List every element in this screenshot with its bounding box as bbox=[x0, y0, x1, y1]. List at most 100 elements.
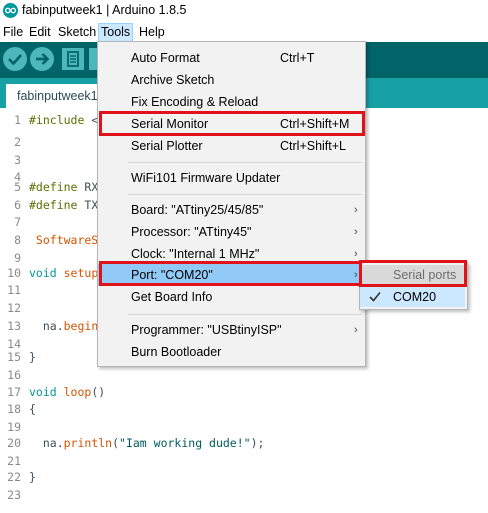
code-token: loop bbox=[56, 385, 92, 399]
submenu-arrow-icon: › bbox=[354, 204, 358, 216]
submenu-item-label: COM20 bbox=[393, 290, 437, 304]
code-line: 22 } bbox=[0, 469, 488, 486]
code-token: TX bbox=[77, 198, 99, 212]
submenu-arrow-icon: › bbox=[354, 324, 358, 336]
annotation-box-serial-ports bbox=[359, 260, 467, 287]
new-sketch-button[interactable] bbox=[62, 48, 84, 70]
code-token: na. bbox=[29, 436, 64, 450]
code-line: 19 bbox=[0, 419, 488, 436]
menu-item-label: Get Board Info bbox=[131, 290, 213, 304]
menu-item-label: Processor: "ATtiny45" bbox=[131, 225, 252, 239]
line-number: 7 bbox=[14, 215, 21, 229]
menu-item-label: Burn Bootloader bbox=[131, 345, 222, 359]
line-number: 11 bbox=[7, 283, 21, 297]
line-number: 18 bbox=[7, 402, 21, 416]
code-line: 20 na.println("Iam working dude!"); bbox=[0, 435, 488, 452]
line-number: 20 bbox=[7, 436, 21, 450]
menu-item-label: Programmer: "USBtinyISP" bbox=[131, 323, 282, 337]
code-token: RX bbox=[77, 180, 99, 194]
line-number: 8 bbox=[14, 233, 21, 247]
menu-item-auto-format[interactable]: Auto Format Ctrl+T bbox=[98, 47, 365, 69]
code-token: () bbox=[91, 385, 106, 399]
code-token: { bbox=[29, 402, 36, 416]
code-line: 18 { bbox=[0, 401, 488, 418]
code-token: #define bbox=[29, 180, 78, 194]
menu-item-label: Archive Sketch bbox=[131, 73, 215, 87]
menu-item-programmer[interactable]: Programmer: "USBtinyISP" › bbox=[98, 319, 365, 341]
line-number: 5 bbox=[14, 180, 21, 194]
window-title: fabinputweek1 | Arduino 1.8.5 bbox=[22, 3, 187, 17]
line-number: 21 bbox=[7, 454, 21, 468]
line-number: 19 bbox=[7, 420, 21, 434]
line-number: 13 bbox=[7, 319, 21, 333]
menu-separator bbox=[128, 162, 362, 163]
menu-item-label: Auto Format bbox=[131, 51, 200, 65]
code-token: #define bbox=[29, 198, 78, 212]
line-number: 3 bbox=[14, 153, 21, 167]
line-number: 15 bbox=[7, 350, 21, 364]
code-token: ( bbox=[112, 436, 120, 450]
menu-bar: File Edit Sketch Tools Help bbox=[0, 22, 488, 42]
line-number: 2 bbox=[14, 135, 21, 149]
menu-item-label: Fix Encoding & Reload bbox=[131, 95, 259, 109]
line-number: 17 bbox=[7, 385, 21, 399]
code-token: begin bbox=[63, 319, 99, 333]
code-token: ); bbox=[250, 436, 265, 450]
code-token: } bbox=[29, 350, 36, 364]
menu-item-label: Serial Plotter bbox=[131, 139, 203, 153]
menu-item-serial-plotter[interactable]: Serial Plotter Ctrl+Shift+L bbox=[98, 135, 365, 157]
menu-item-fix-encoding[interactable]: Fix Encoding & Reload bbox=[98, 91, 365, 113]
code-token: void bbox=[29, 385, 57, 399]
line-number: 1 bbox=[14, 113, 21, 127]
tools-menu: Auto Format Ctrl+T Archive Sketch Fix En… bbox=[97, 41, 366, 367]
menu-help[interactable]: Help bbox=[138, 24, 166, 41]
menu-sketch[interactable]: Sketch bbox=[57, 24, 97, 41]
menu-item-label: WiFi101 Firmware Updater bbox=[131, 171, 281, 185]
annotation-box-serial-monitor bbox=[99, 111, 365, 136]
menu-tools[interactable]: Tools bbox=[98, 23, 134, 42]
code-token: void bbox=[29, 266, 57, 280]
code-token: SoftwareS bbox=[29, 233, 99, 247]
line-number: 22 bbox=[7, 470, 21, 484]
menu-separator bbox=[128, 194, 362, 195]
menu-file[interactable]: File bbox=[2, 24, 24, 41]
checkmark-icon bbox=[369, 291, 381, 302]
menu-item-label: Board: "ATtiny25/45/85" bbox=[131, 203, 264, 217]
open-sketch-button[interactable] bbox=[89, 48, 97, 70]
new-sketch-icon bbox=[67, 51, 79, 67]
menu-item-shortcut: Ctrl+Shift+L bbox=[280, 139, 347, 153]
title-bar: fabinputweek1 | Arduino 1.8.5 bbox=[0, 0, 488, 22]
code-token: #include bbox=[29, 113, 85, 127]
annotation-box-port bbox=[99, 261, 365, 286]
menu-item-archive-sketch[interactable]: Archive Sketch bbox=[98, 69, 365, 91]
line-number: 16 bbox=[7, 368, 21, 382]
code-line: 23 bbox=[0, 487, 488, 504]
menu-item-shortcut: Ctrl+T bbox=[280, 51, 315, 65]
menu-edit[interactable]: Edit bbox=[28, 24, 52, 41]
upload-button[interactable] bbox=[30, 47, 54, 71]
code-token: "Iam working dude!" bbox=[119, 436, 251, 450]
upload-arrow-icon bbox=[36, 53, 50, 65]
line-number: 23 bbox=[7, 488, 21, 502]
menu-item-board[interactable]: Board: "ATtiny25/45/85" › bbox=[98, 199, 365, 221]
menu-separator bbox=[128, 314, 362, 315]
submenu-arrow-icon: › bbox=[354, 226, 358, 238]
menu-item-wifi101-updater[interactable]: WiFi101 Firmware Updater bbox=[98, 167, 365, 189]
verify-check-icon bbox=[8, 54, 22, 66]
tab-label: fabinputweek1 bbox=[17, 89, 98, 103]
menu-item-processor[interactable]: Processor: "ATtiny45" › bbox=[98, 221, 365, 243]
code-line: 17 void loop() bbox=[0, 384, 488, 401]
submenu-item-com20[interactable]: COM20 bbox=[360, 287, 465, 307]
menu-item-burn-bootloader[interactable]: Burn Bootloader bbox=[98, 341, 365, 363]
line-number: 12 bbox=[7, 301, 21, 315]
code-line: 16 bbox=[0, 367, 488, 384]
code-token: } bbox=[29, 470, 36, 484]
arduino-logo-icon bbox=[3, 3, 18, 18]
verify-button[interactable] bbox=[3, 47, 27, 71]
line-number: 10 bbox=[7, 266, 21, 280]
code-line: 21 bbox=[0, 453, 488, 470]
menu-item-get-board-info[interactable]: Get Board Info bbox=[98, 286, 365, 308]
tab-sketch[interactable]: fabinputweek1 bbox=[6, 84, 98, 108]
code-token: println bbox=[63, 436, 113, 450]
code-token: na. bbox=[29, 319, 64, 333]
